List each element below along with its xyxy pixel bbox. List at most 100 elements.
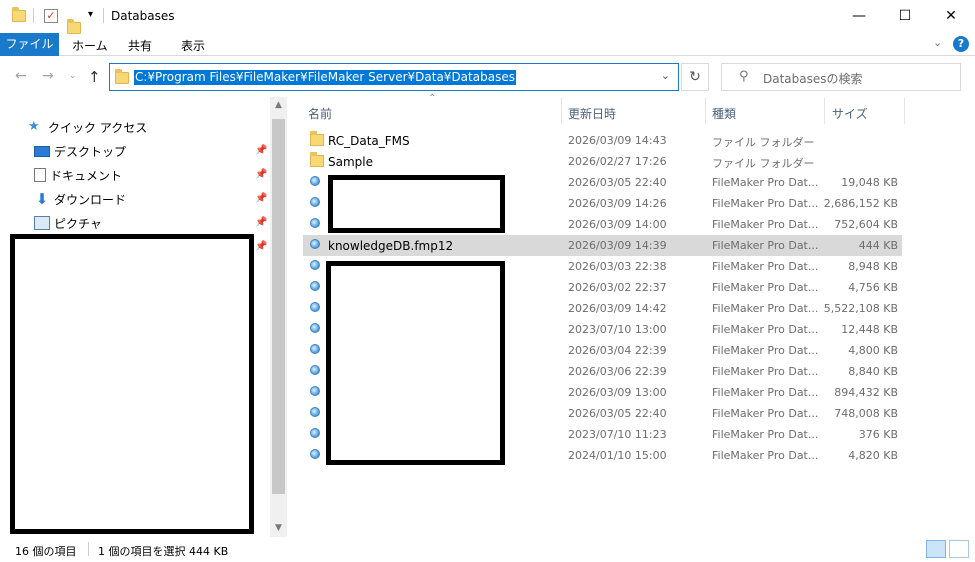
customize-toolbar-icon[interactable]: ▾ — [88, 9, 93, 20]
scroll-down-icon[interactable]: ▼ — [270, 523, 287, 533]
help-icon[interactable]: ? — [953, 36, 969, 52]
back-icon[interactable]: ← — [15, 68, 27, 84]
tab-home[interactable]: ホーム — [72, 37, 108, 54]
divider — [33, 8, 34, 23]
up-icon[interactable]: ↑ — [88, 68, 101, 86]
search-placeholder: Databasesの検索 — [763, 72, 863, 86]
file-date: 2026/03/05 22:40 — [568, 176, 667, 189]
window-title: Databases — [111, 9, 175, 23]
document-icon — [34, 168, 46, 182]
details-view-icon[interactable] — [926, 540, 946, 558]
column-header-type[interactable]: 種類 — [712, 105, 736, 122]
nav-item-label: ピクチャ — [54, 216, 102, 231]
pin-icon[interactable]: 📌 — [255, 241, 267, 252]
file-name: Sample — [328, 155, 373, 169]
file-size: 5,522,108 KB — [823, 302, 898, 315]
list-item[interactable]: RC_Data_FMS 2026/03/09 14:43 ファイル フォルダー — [303, 130, 902, 151]
column-divider[interactable] — [705, 98, 706, 124]
file-size: 8,840 KB — [848, 365, 898, 378]
address-path[interactable]: C:¥Program Files¥FileMaker¥FileMaker Ser… — [134, 70, 516, 85]
file-name: RC_Data_FMS — [328, 134, 410, 148]
list-item-selected[interactable]: knowledgeDB.fmp12 2026/03/09 14:39 FileM… — [303, 235, 902, 256]
tab-file[interactable]: ファイル — [0, 33, 59, 56]
file-date: 2026/03/09 14:42 — [568, 302, 667, 315]
file-size: 444 KB — [858, 239, 898, 252]
refresh-button[interactable]: ↻ — [681, 63, 709, 91]
minimize-button[interactable]: — — [836, 0, 882, 32]
nav-item-desktop[interactable]: デスクトップ — [34, 141, 126, 161]
address-row: ← → ⌄ ↑ C:¥Program Files¥FileMaker¥FileM… — [0, 57, 975, 97]
column-divider[interactable] — [904, 98, 905, 124]
scrollbar-thumb[interactable] — [272, 119, 285, 494]
file-type: FileMaker Pro Dat... — [712, 428, 819, 441]
filemaker-icon — [310, 323, 320, 333]
file-date: 2023/07/10 11:23 — [568, 428, 667, 441]
file-type: ファイル フォルダー — [712, 136, 815, 149]
filemaker-icon — [310, 386, 320, 396]
nav-item-label: ダウンロード — [54, 192, 127, 207]
item-count: 16 個の項目 — [15, 545, 77, 558]
file-type: FileMaker Pro Dat... — [712, 323, 819, 336]
file-size: 8,948 KB — [848, 260, 898, 273]
column-divider[interactable] — [561, 98, 562, 124]
file-type: FileMaker Pro Dat... — [712, 176, 819, 189]
divider — [88, 542, 89, 556]
file-date: 2026/03/05 22:40 — [568, 407, 667, 420]
nav-item-label: クイック アクセス — [48, 120, 148, 135]
maximize-button[interactable]: ☐ — [882, 0, 928, 32]
close-button[interactable]: ✕ — [928, 0, 974, 32]
large-icons-view-icon[interactable] — [949, 540, 969, 558]
file-size: 894,432 KB — [834, 386, 898, 399]
nav-item-quick-access[interactable]: ★ クイック アクセス — [28, 117, 147, 137]
chevron-down-icon[interactable]: ⌄ — [661, 69, 670, 82]
tab-view[interactable]: 表示 — [181, 37, 205, 54]
file-type: FileMaker Pro Dat... — [712, 407, 819, 420]
sort-indicator-icon: ⌃ — [428, 93, 437, 104]
divider — [103, 8, 104, 23]
file-date: 2024/01/10 15:00 — [568, 449, 667, 462]
file-date: 2026/03/09 14:00 — [568, 218, 667, 231]
file-size: 752,604 KB — [834, 218, 898, 231]
list-item[interactable]: Sample 2026/02/27 17:26 ファイル フォルダー — [303, 151, 902, 172]
recent-locations-icon[interactable]: ⌄ — [69, 71, 77, 81]
column-header-size[interactable]: サイズ — [832, 105, 868, 122]
nav-item-downloads[interactable]: ⬇ ダウンロード — [34, 189, 126, 209]
chevron-down-icon[interactable]: ⌄ — [933, 36, 942, 49]
folder-icon — [310, 131, 324, 146]
address-bar[interactable]: C:¥Program Files¥FileMaker¥FileMaker Ser… — [109, 63, 679, 91]
filemaker-icon — [310, 302, 320, 312]
star-icon: ★ — [28, 119, 40, 134]
file-type: FileMaker Pro Dat... — [712, 197, 819, 210]
forward-icon[interactable]: → — [42, 68, 54, 84]
download-icon: ⬇ — [35, 190, 49, 208]
pin-icon[interactable]: 📌 — [255, 145, 267, 156]
file-date: 2026/03/09 13:00 — [568, 386, 667, 399]
pin-icon[interactable]: 📌 — [255, 193, 267, 204]
filemaker-icon — [310, 176, 320, 186]
properties-icon[interactable]: ✓ — [44, 9, 58, 23]
filemaker-icon — [310, 239, 320, 249]
file-name: knowledgeDB.fmp12 — [328, 239, 454, 253]
pin-icon[interactable]: 📌 — [255, 217, 267, 228]
file-date: 2026/03/09 14:39 — [568, 239, 667, 252]
file-date: 2026/03/02 22:37 — [568, 281, 667, 294]
nav-scrollbar[interactable]: ▲ ▼ — [270, 97, 287, 537]
file-type: FileMaker Pro Dat... — [712, 260, 819, 273]
filemaker-icon — [310, 428, 320, 438]
file-type: FileMaker Pro Dat... — [712, 302, 819, 315]
title-bar: ✓ ▾ Databases — ☐ ✕ — [0, 0, 975, 34]
file-date: 2026/03/09 14:26 — [568, 197, 667, 210]
file-size: 12,448 KB — [841, 323, 898, 336]
nav-item-pictures[interactable]: ピクチャ — [34, 213, 102, 233]
filemaker-icon — [310, 449, 320, 459]
scroll-up-icon[interactable]: ▲ — [270, 100, 287, 110]
search-input[interactable]: ⚲ Databasesの検索 — [721, 63, 961, 91]
folder-icon — [310, 152, 324, 167]
redaction-box — [326, 261, 505, 465]
column-header-date[interactable]: 更新日時 — [568, 105, 616, 122]
column-header-name[interactable]: 名前 — [308, 105, 332, 122]
nav-item-documents[interactable]: ドキュメント — [34, 165, 122, 185]
tab-share[interactable]: 共有 — [128, 37, 152, 54]
pin-icon[interactable]: 📌 — [255, 169, 267, 180]
column-divider[interactable] — [824, 98, 825, 124]
